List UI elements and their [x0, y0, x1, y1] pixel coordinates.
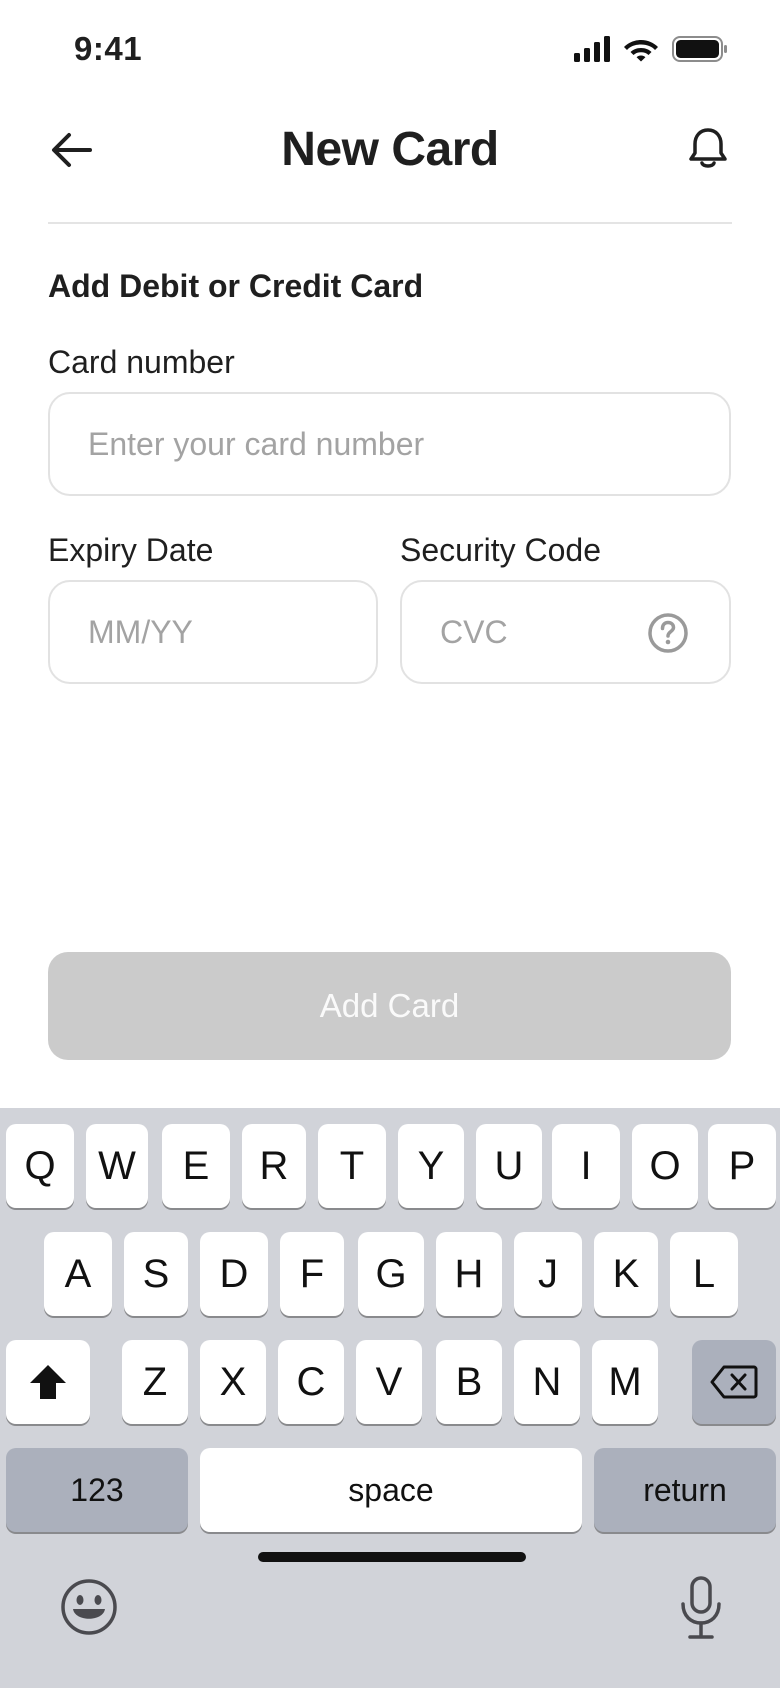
backspace-key[interactable] — [692, 1340, 776, 1424]
key-y[interactable]: Y — [398, 1124, 464, 1208]
header-divider — [48, 222, 732, 224]
key-p[interactable]: P — [708, 1124, 776, 1208]
key-r[interactable]: R — [242, 1124, 306, 1208]
section-title: Add Debit or Credit Card — [48, 268, 424, 304]
expiry-date-input[interactable] — [50, 582, 376, 682]
space-key[interactable]: space — [200, 1448, 582, 1532]
key-z[interactable]: Z — [122, 1340, 188, 1424]
key-n[interactable]: N — [514, 1340, 580, 1424]
microphone-icon[interactable] — [678, 1576, 724, 1640]
return-key[interactable]: return — [594, 1448, 776, 1532]
question-circle-icon[interactable] — [647, 612, 689, 654]
key-t[interactable]: T — [318, 1124, 386, 1208]
key-g[interactable]: G — [358, 1232, 424, 1316]
page-title: New Card — [281, 123, 499, 176]
security-code-label: Security Code — [400, 532, 601, 568]
expiry-date-field — [48, 580, 378, 684]
key-d[interactable]: D — [200, 1232, 268, 1316]
key-f[interactable]: F — [280, 1232, 344, 1316]
key-i[interactable]: I — [552, 1124, 620, 1208]
key-x[interactable]: X — [200, 1340, 266, 1424]
key-h[interactable]: H — [436, 1232, 502, 1316]
card-number-input[interactable] — [50, 394, 729, 494]
key-u[interactable]: U — [476, 1124, 542, 1208]
security-code-field — [400, 580, 731, 684]
bell-icon — [689, 128, 727, 168]
battery-icon — [672, 36, 727, 62]
add-card-button[interactable]: Add Card — [48, 952, 731, 1060]
nav-bar: New Card — [0, 100, 780, 224]
notifications-button[interactable] — [680, 120, 736, 176]
key-s[interactable]: S — [124, 1232, 188, 1316]
card-number-label: Card number — [48, 344, 235, 380]
key-b[interactable]: B — [436, 1340, 502, 1424]
key-c[interactable]: C — [278, 1340, 344, 1424]
backspace-icon — [710, 1365, 758, 1399]
key-k[interactable]: K — [594, 1232, 658, 1316]
key-j[interactable]: J — [514, 1232, 582, 1316]
key-v[interactable]: V — [356, 1340, 422, 1424]
status-bar: 9:41 — [0, 0, 780, 100]
key-q[interactable]: Q — [6, 1124, 74, 1208]
expiry-date-label: Expiry Date — [48, 532, 214, 568]
signal-icon — [574, 36, 610, 62]
home-indicator[interactable] — [258, 1552, 526, 1562]
key-a[interactable]: A — [44, 1232, 112, 1316]
key-o[interactable]: O — [632, 1124, 698, 1208]
card-number-field — [48, 392, 731, 496]
key-l[interactable]: L — [670, 1232, 738, 1316]
status-time: 9:41 — [74, 30, 143, 67]
shift-key[interactable] — [6, 1340, 90, 1424]
status-icons — [574, 36, 728, 62]
key-e[interactable]: E — [162, 1124, 230, 1208]
numbers-key[interactable]: 123 — [6, 1448, 188, 1532]
emoji-icon[interactable] — [60, 1578, 118, 1636]
wifi-icon — [624, 40, 658, 62]
key-w[interactable]: W — [86, 1124, 148, 1208]
key-m[interactable]: M — [592, 1340, 658, 1424]
shift-icon — [30, 1365, 66, 1399]
